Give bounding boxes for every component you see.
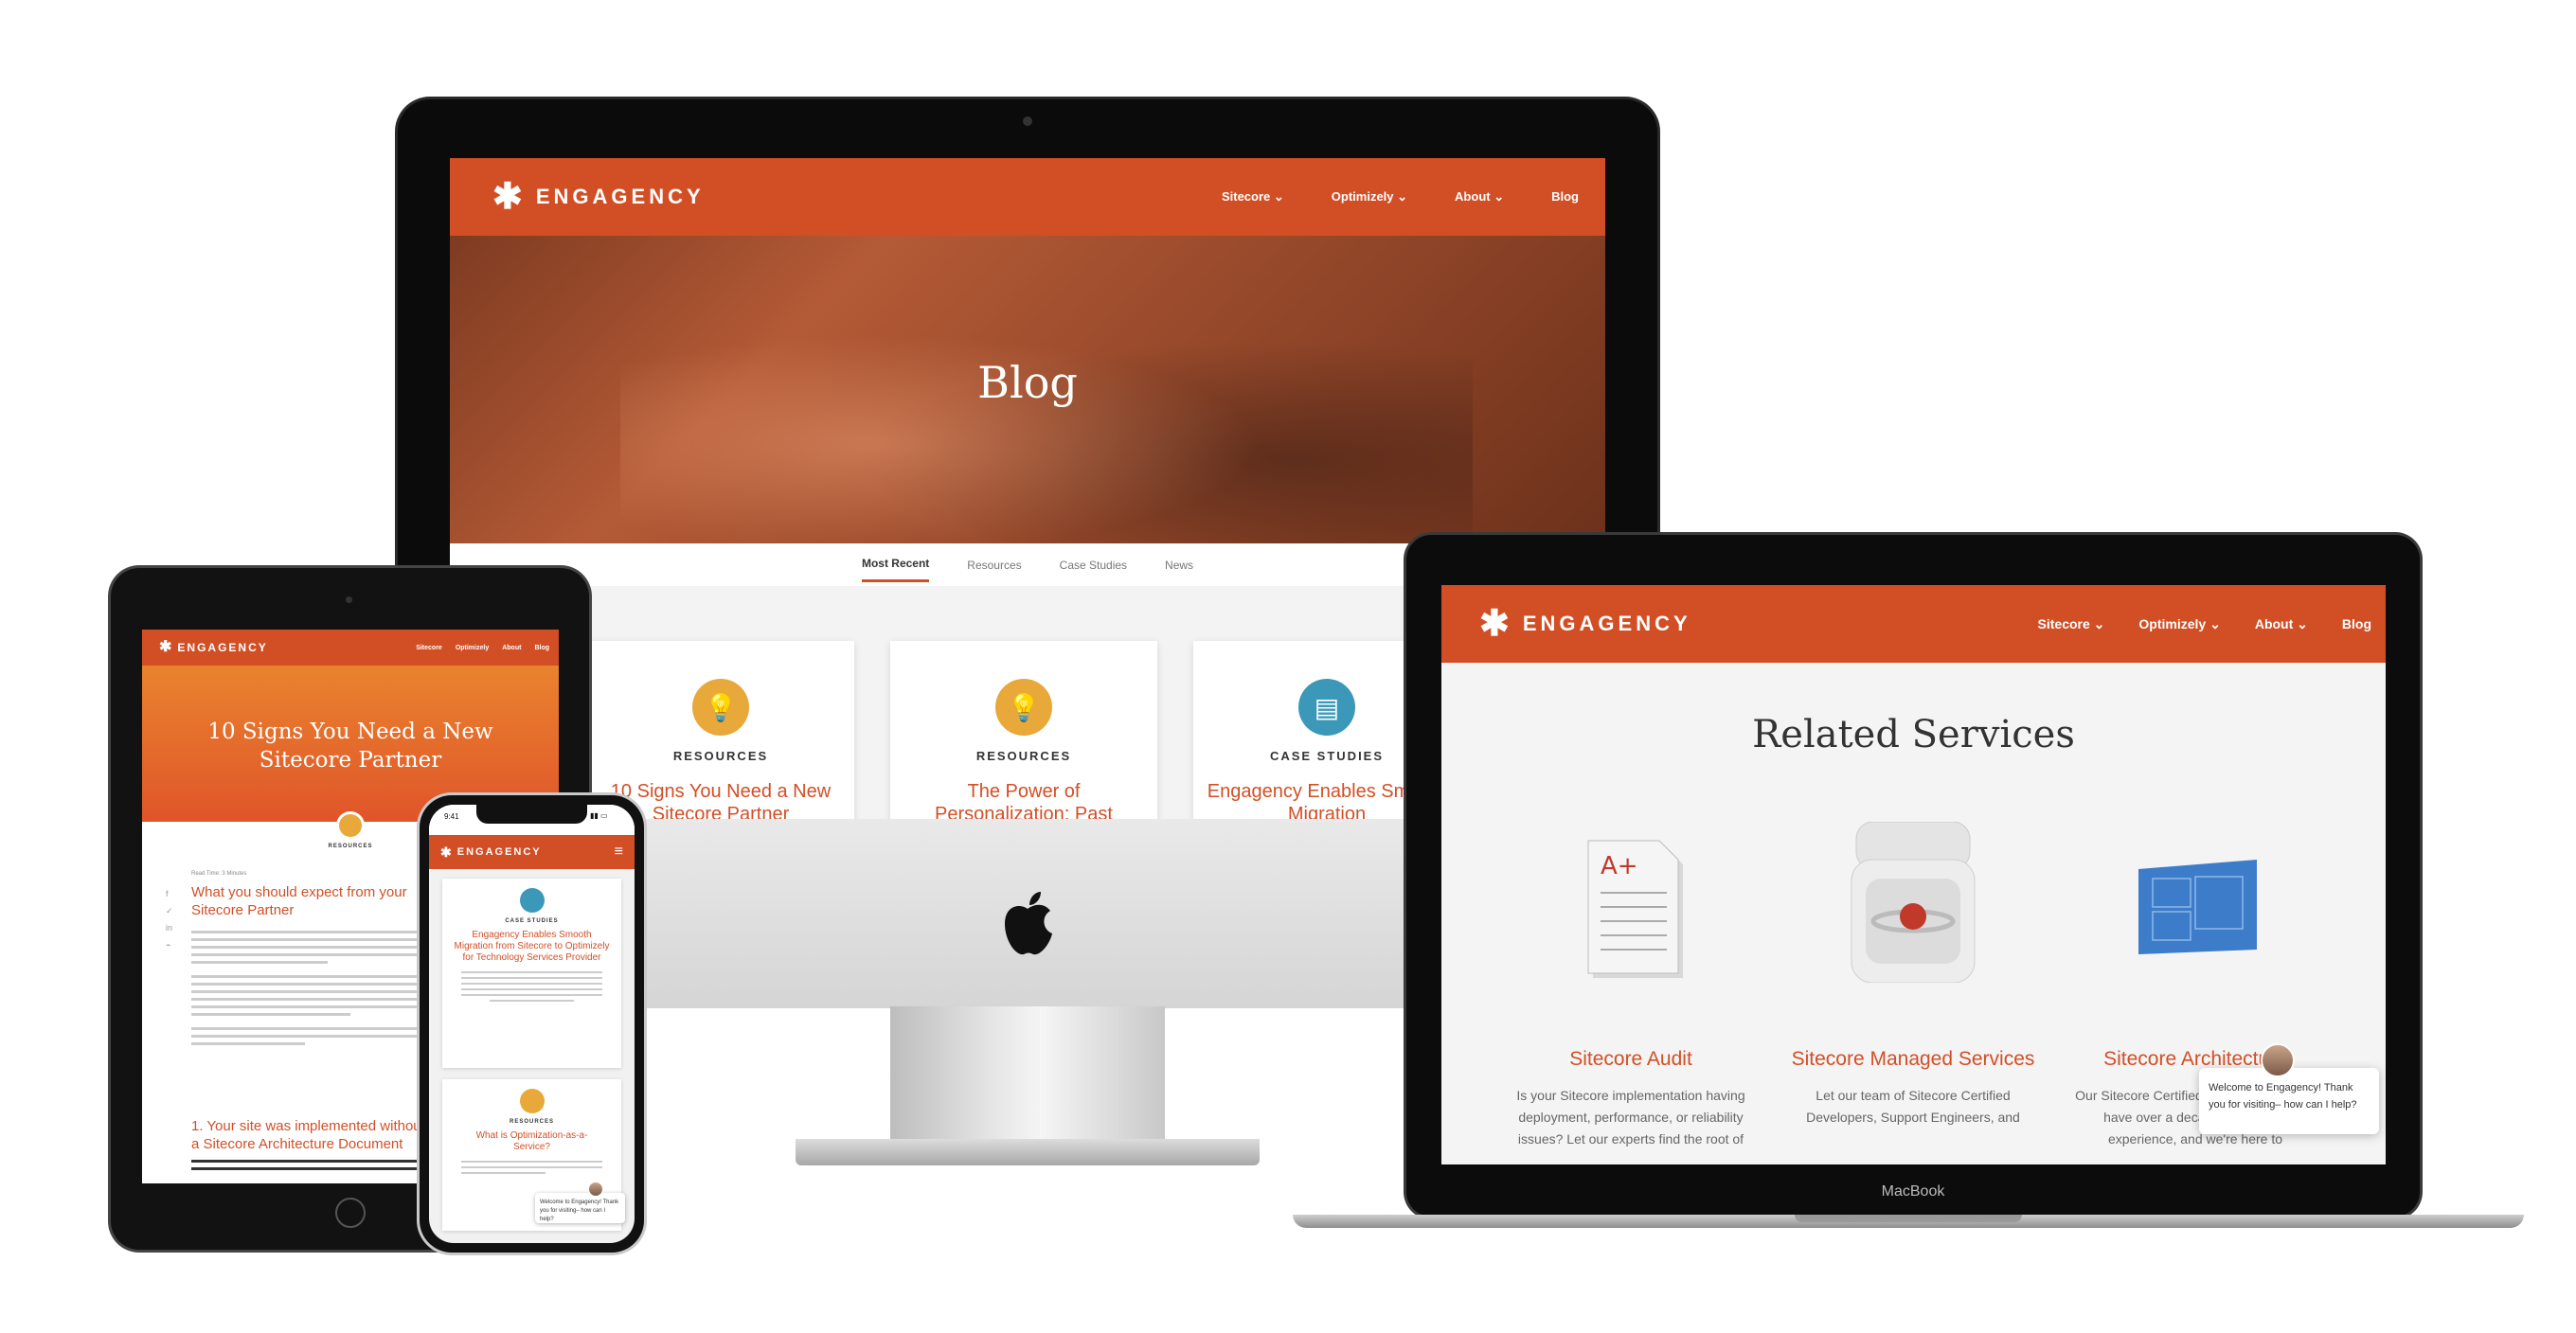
nav-item-about[interactable]: About ⌄ — [1455, 189, 1504, 204]
logo[interactable]: ✱ ENGAGENCY — [492, 179, 705, 215]
logo[interactable]: ✱ ENGAGENCY — [440, 845, 542, 859]
blog-card[interactable]: 💡 RESOURCES 10 Signs You Need a New Site… — [587, 641, 854, 821]
lightbulb-icon — [519, 1089, 545, 1113]
page-title: Blog — [977, 357, 1078, 408]
imac-stand — [890, 1006, 1165, 1148]
card-category: CASE STUDIES — [505, 918, 559, 924]
logo[interactable]: ✱ ENGAGENCY — [159, 640, 268, 655]
nav-item-sitecore[interactable]: Sitecore — [416, 645, 442, 651]
apple-logo-icon — [1005, 892, 1052, 955]
card-title[interactable]: What is Optimization-as-a-Service? — [442, 1130, 621, 1153]
navbar: ✱ ENGAGENCY ≡ — [429, 835, 635, 869]
macbook-notch — [1795, 1215, 2022, 1222]
card-title[interactable]: The Power of Personalization: Past — [890, 780, 1157, 821]
service-card[interactable]: A+ Sitecore Audit Is your Sitecore imple… — [1489, 822, 1773, 1150]
tab-resources[interactable]: Resources — [967, 549, 1021, 581]
nav-links: Sitecore ⌄ Optimizely ⌄ About ⌄ Blog — [2038, 616, 2386, 632]
article-text — [191, 1160, 419, 1163]
logo-text: ENGAGENCY — [456, 846, 542, 858]
blog-card[interactable]: CASE STUDIES Engagency Enables Smooth Mi… — [442, 879, 621, 1068]
battery-icon: ▮▮ ▭ — [590, 811, 608, 820]
nav-item-optimizely[interactable]: Optimizely ⌄ — [1332, 189, 1407, 204]
report-card-icon: A+ — [1587, 840, 1683, 978]
article-text — [191, 1167, 419, 1170]
imac-stand-foot — [796, 1139, 1260, 1165]
nav-item-sitecore[interactable]: Sitecore ⌄ — [1222, 189, 1284, 204]
svg-text:A+: A+ — [1601, 852, 1638, 880]
hero-photo — [620, 274, 1473, 543]
camera-icon — [346, 596, 352, 603]
service-name[interactable]: Sitecore Managed Services — [1771, 1046, 2055, 1072]
service-card[interactable]: Sitecore Managed Services Let our team o… — [1771, 821, 2055, 1129]
service-description: Is your Sitecore implementation having d… — [1516, 1088, 1745, 1146]
nav-item-about[interactable]: About ⌄ — [2255, 616, 2308, 632]
article-heading: What you should expect from your Sitecor… — [191, 884, 407, 918]
nav-item-blog[interactable]: Blog — [2342, 616, 2371, 632]
tab-news[interactable]: News — [1165, 549, 1193, 581]
hamburger-menu-icon[interactable]: ≡ — [615, 844, 623, 861]
logo-text: ENGAGENCY — [535, 185, 705, 208]
nav-item-blog[interactable]: Blog — [1551, 189, 1579, 204]
blueprint-icon — [2138, 860, 2257, 954]
tab-case-studies[interactable]: Case Studies — [1060, 549, 1127, 581]
page-title: 10 Signs You Need a New Sitecore Partner — [207, 720, 493, 773]
nav-item-optimizely[interactable]: Optimizely — [456, 645, 489, 651]
chat-message: Welcome to Engagency! Thank you for visi… — [2209, 1082, 2357, 1111]
chat-message: Welcome to Engagency! Thank you for visi… — [540, 1200, 619, 1222]
home-button[interactable] — [335, 1198, 366, 1228]
lightbulb-icon: 💡 — [995, 679, 1052, 736]
tab-most-recent[interactable]: Most Recent — [861, 547, 930, 582]
logo-text: ENGAGENCY — [177, 641, 268, 654]
card-title[interactable]: Engagency Enables Smooth Migration from … — [442, 930, 621, 964]
iphone-device: 9:41 ▮▮ ▭ ✱ ENGAGENCY ≡ CASE STUDIES Eng… — [420, 795, 644, 1253]
camera-icon — [1023, 116, 1032, 126]
lightbulb-icon: 💡 — [692, 679, 749, 736]
article-subheading: 1. Your site was implemented without a S… — [191, 1118, 425, 1152]
navbar: ✱ ENGAGENCY Sitecore Optimizely About Bl… — [142, 630, 559, 666]
nav-item-blog[interactable]: Blog — [534, 645, 549, 651]
logo-text: ENGAGENCY — [1522, 612, 1691, 635]
navbar: ✱ ENGAGENCY Sitecore ⌄ Optimizely ⌄ Abou… — [450, 158, 1605, 236]
card-category: RESOURCES — [672, 749, 769, 763]
service-description: Let our team of Sitecore Certified Devel… — [1806, 1088, 2020, 1125]
card-excerpt — [461, 971, 602, 1002]
asterisk-logo-icon: ✱ — [440, 844, 454, 860]
status-time: 9:41 — [444, 812, 459, 821]
nav-item-sitecore[interactable]: Sitecore ⌄ — [2038, 616, 2105, 632]
read-time: Read Time: 3 Minutes — [191, 871, 247, 877]
nav-links: Sitecore Optimizely About Blog — [416, 645, 559, 651]
document-icon — [519, 888, 545, 913]
device-label: MacBook — [1881, 1183, 1945, 1200]
card-category: RESOURCES — [975, 749, 1072, 763]
nav-item-about[interactable]: About — [502, 645, 521, 651]
lightbulb-icon — [336, 811, 365, 840]
share-icons[interactable]: f ✓ in ⌁ — [166, 885, 173, 953]
asterisk-logo-icon: ✱ — [492, 177, 527, 217]
iphone-notch — [476, 805, 587, 824]
service-name[interactable]: Sitecore Audit — [1489, 1046, 1773, 1072]
chat-popup[interactable]: Welcome to Engagency! Thank you for visi… — [2199, 1068, 2379, 1134]
nav-links: Sitecore ⌄ Optimizely ⌄ About ⌄ Blog — [1222, 189, 1605, 204]
hero-banner: Blog — [450, 236, 1605, 543]
blog-card[interactable]: 💡 RESOURCES The Power of Personalization… — [890, 641, 1157, 821]
macbook-device: ✱ ENGAGENCY Sitecore ⌄ Optimizely ⌄ Abou… — [1293, 535, 2524, 1231]
asterisk-logo-icon: ✱ — [1479, 604, 1513, 644]
card-category: RESOURCES — [509, 1119, 554, 1125]
ring-box-icon — [1851, 821, 1976, 984]
macbook-screen: ✱ ENGAGENCY Sitecore ⌄ Optimizely ⌄ Abou… — [1441, 585, 2386, 1164]
iphone-screen: 9:41 ▮▮ ▭ ✱ ENGAGENCY ≡ CASE STUDIES Eng… — [429, 805, 635, 1243]
article-text — [191, 931, 419, 1045]
navbar: ✱ ENGAGENCY Sitecore ⌄ Optimizely ⌄ Abou… — [1441, 585, 2386, 663]
chat-popup[interactable]: Welcome to Engagency! Thank you for visi… — [535, 1193, 625, 1223]
section-title: Related Services — [1752, 713, 2075, 756]
nav-item-optimizely[interactable]: Optimizely ⌄ — [2138, 616, 2220, 632]
avatar — [2261, 1043, 2295, 1077]
avatar — [588, 1182, 603, 1197]
logo[interactable]: ✱ ENGAGENCY — [1479, 606, 1691, 642]
card-excerpt — [461, 1161, 602, 1174]
asterisk-logo-icon: ✱ — [159, 639, 174, 655]
